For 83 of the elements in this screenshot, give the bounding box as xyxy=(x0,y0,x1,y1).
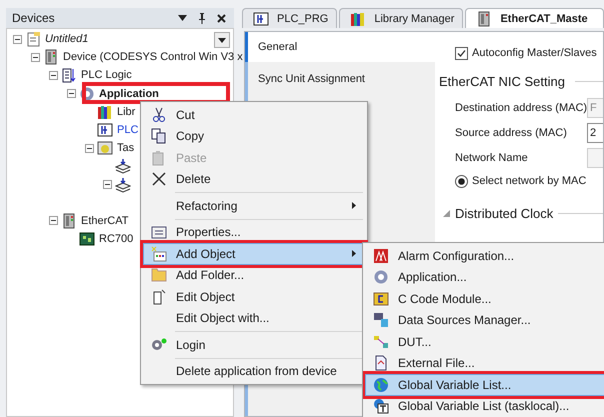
board-icon xyxy=(79,231,95,248)
copy-icon xyxy=(151,128,167,144)
tree-item[interactable]: Untitled1 xyxy=(45,33,88,46)
menu-item[interactable]: Edit Object with... xyxy=(143,308,365,329)
field-label: Source address (MAC) xyxy=(455,126,568,138)
menu-item[interactable]: Edit Object xyxy=(143,286,365,308)
menu-item[interactable]: Delete xyxy=(143,168,365,190)
section-title: EtherCAT NIC Setting xyxy=(439,74,565,89)
section-title: Distributed Clock xyxy=(455,206,554,221)
collapse-triangle-icon[interactable] xyxy=(443,210,450,217)
collapse-icon[interactable] xyxy=(85,144,94,153)
books-icon xyxy=(350,10,366,26)
field-label: Destination address (MAC) xyxy=(455,102,587,114)
stack-icon xyxy=(115,176,131,193)
gear-icon xyxy=(79,86,95,102)
menu-item[interactable]: Copy xyxy=(143,126,365,147)
menu-item[interactable]: Data Sources Manager... xyxy=(365,310,604,331)
device-icon xyxy=(476,10,492,26)
login-icon xyxy=(151,336,167,353)
collapse-icon[interactable] xyxy=(13,34,22,44)
globe-icon xyxy=(373,376,389,393)
dut-icon xyxy=(373,334,389,350)
device-icon xyxy=(61,212,77,229)
editor-tab[interactable]: EtherCAT_Maste xyxy=(465,8,604,28)
gvl-icon xyxy=(373,398,389,414)
scissors-icon xyxy=(151,106,167,123)
collapse-icon[interactable] xyxy=(49,216,58,226)
menu-item[interactable]: Login xyxy=(143,334,365,356)
menu-item[interactable]: Global Variable List (tasklocal)... xyxy=(365,396,604,417)
tree-item[interactable]: Device (CODESYS Control Win V3 x xyxy=(63,51,243,64)
checkbox[interactable] xyxy=(455,46,468,60)
menu-item[interactable]: Alarm Configuration... xyxy=(365,245,604,266)
field-label: Network Name xyxy=(455,152,529,164)
panel-title: Devices xyxy=(12,11,56,25)
collapse-icon[interactable] xyxy=(67,89,76,98)
editor-tab[interactable]: Library Manager xyxy=(339,8,464,28)
database-icon xyxy=(373,312,389,328)
menu-item[interactable]: DUT... xyxy=(365,331,604,352)
tree-item[interactable]: PLC xyxy=(117,124,138,136)
menu-item[interactable]: External File... xyxy=(365,352,604,374)
plc-icon xyxy=(61,67,77,84)
close-icon[interactable] xyxy=(217,14,226,22)
folder-icon xyxy=(151,267,167,284)
tree-item[interactable]: Application xyxy=(99,88,159,100)
code-icon xyxy=(373,290,389,307)
checkbox-label: Autoconfig Master/Slaves xyxy=(472,47,597,59)
dropdown-icon[interactable] xyxy=(178,15,187,21)
add-object-icon xyxy=(151,246,167,262)
program-icon xyxy=(253,10,269,26)
document-icon xyxy=(25,31,41,48)
tree-item[interactable]: PLC Logic xyxy=(81,69,132,82)
tree-item[interactable]: EtherCAT xyxy=(81,214,128,227)
menu-item[interactable]: Delete application from device xyxy=(143,360,365,382)
edit-icon xyxy=(151,288,167,305)
editor-tab[interactable]: PLC_PRG xyxy=(242,8,338,28)
radio-button[interactable] xyxy=(455,174,468,188)
device-icon xyxy=(43,49,59,66)
menu-item[interactable]: Application... xyxy=(365,266,604,288)
input-field[interactable]: 2 xyxy=(587,122,603,142)
side-tab[interactable]: Sync Unit Assignment xyxy=(245,62,435,95)
properties-icon xyxy=(151,224,167,240)
gear-icon xyxy=(373,269,389,286)
radio-label: Select network by MAC xyxy=(472,175,586,187)
alarm-icon xyxy=(373,248,389,264)
dropdown-button-icon[interactable] xyxy=(214,32,230,48)
menu-item[interactable]: Refactoring xyxy=(143,195,365,216)
stack-icon xyxy=(115,158,131,174)
collapse-icon[interactable] xyxy=(31,52,40,62)
delete-icon xyxy=(151,171,167,188)
task-icon xyxy=(97,140,113,156)
collapse-icon[interactable] xyxy=(103,180,112,190)
file-icon xyxy=(373,355,389,372)
books-icon xyxy=(97,104,113,120)
pin-icon[interactable] xyxy=(198,12,206,24)
menu-item[interactable]: Properties... xyxy=(143,222,365,243)
menu-item[interactable]: Add Folder... xyxy=(143,264,365,286)
tree-item[interactable]: Libr xyxy=(117,106,136,118)
program-icon xyxy=(97,122,113,138)
tree-item[interactable]: RC700 xyxy=(99,233,134,246)
collapse-icon[interactable] xyxy=(49,70,58,80)
menu-item[interactable]: C Code Module... xyxy=(365,288,604,310)
menu-item[interactable]: Cut xyxy=(143,104,365,126)
tree-item[interactable]: Tas xyxy=(117,142,134,154)
